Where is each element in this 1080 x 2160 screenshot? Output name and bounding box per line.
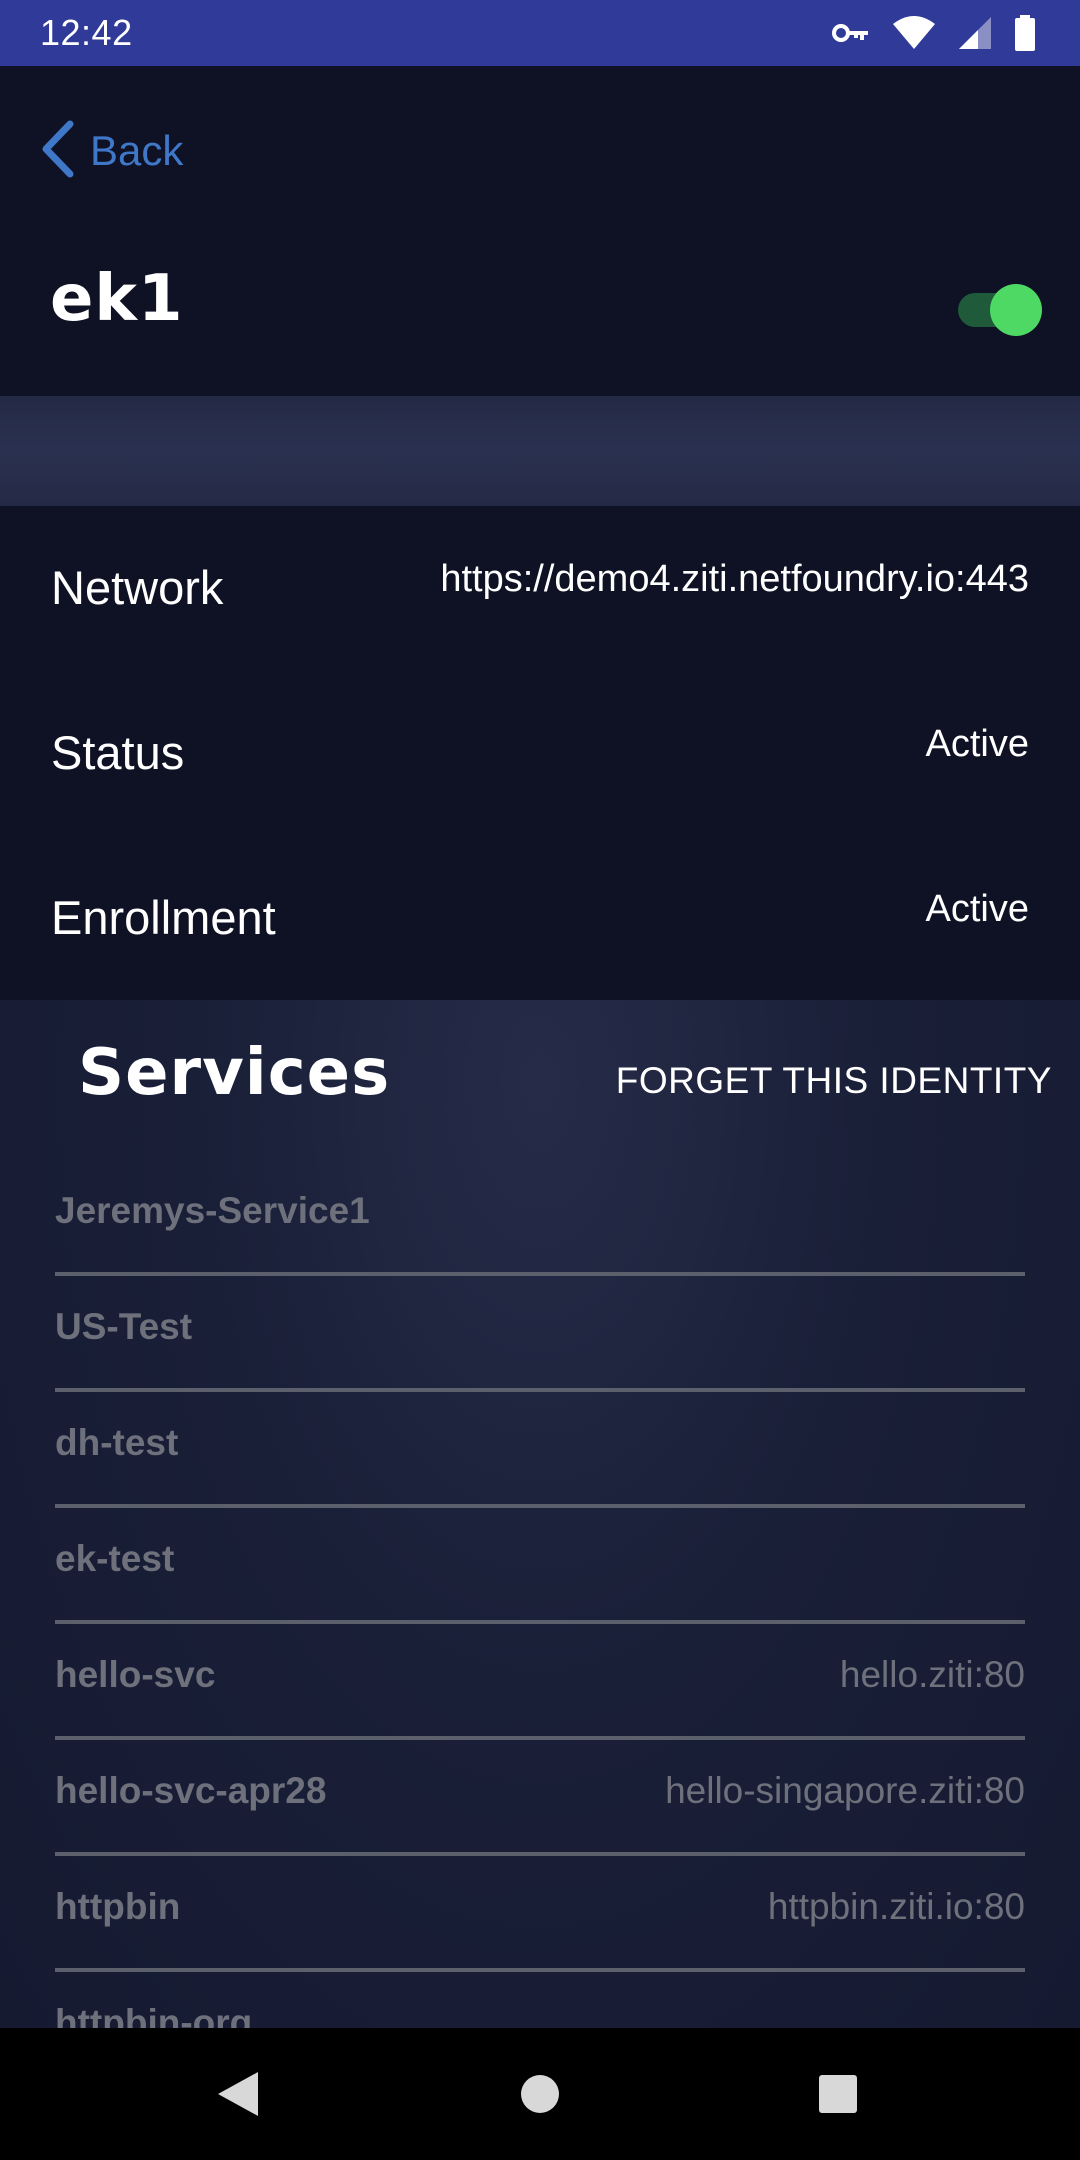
chevron-left-icon bbox=[40, 120, 76, 183]
status-bar: 12:42 bbox=[0, 0, 1080, 66]
service-name: dh-test bbox=[55, 1422, 179, 1463]
status-time: 12:42 bbox=[40, 12, 133, 53]
network-row: Network https://demo4.ziti.netfoundry.io… bbox=[0, 558, 1080, 660]
status-label: Status bbox=[51, 726, 185, 779]
service-row[interactable]: hello-svc hello.ziti:80 bbox=[55, 1624, 1025, 1740]
service-row[interactable]: httpbin httpbin.ziti.io:80 bbox=[55, 1856, 1025, 1972]
service-row[interactable]: dh-test bbox=[55, 1392, 1025, 1508]
services-panel: Services FORGET THIS IDENTITY Jeremys-Se… bbox=[0, 1000, 1080, 2028]
services-title: Services bbox=[78, 1036, 391, 1110]
wifi-icon bbox=[892, 16, 936, 50]
battery-icon bbox=[1014, 15, 1036, 51]
service-name: httpbin bbox=[55, 1886, 181, 1927]
signal-icon bbox=[958, 16, 992, 50]
system-nav-bar bbox=[0, 2028, 1080, 2160]
enrollment-row: Enrollment Active bbox=[0, 888, 1080, 990]
back-triangle-icon[interactable] bbox=[216, 2070, 260, 2123]
status-value: Active bbox=[925, 723, 1029, 765]
identity-name: ek1 bbox=[50, 262, 184, 336]
enrollment-value: Active bbox=[925, 888, 1029, 930]
service-host: hello.ziti:80 bbox=[839, 1654, 1025, 1695]
network-label: Network bbox=[51, 561, 224, 614]
enrollment-label: Enrollment bbox=[51, 891, 276, 944]
services-list[interactable]: Jeremys-Service1 US-Test dh-test ek-test… bbox=[55, 1160, 1025, 2028]
service-row[interactable]: ek-test bbox=[55, 1508, 1025, 1624]
service-row[interactable]: httpbin-org bbox=[55, 1972, 1025, 2028]
identity-enabled-toggle[interactable] bbox=[954, 282, 1044, 336]
back-label: Back bbox=[90, 127, 184, 174]
service-row[interactable]: US-Test bbox=[55, 1276, 1025, 1392]
status-icons bbox=[832, 13, 1036, 53]
header-divider-band bbox=[0, 396, 1080, 506]
service-name: ek-test bbox=[55, 1538, 175, 1579]
service-host: hello-singapore.ziti:80 bbox=[665, 1770, 1025, 1811]
service-name: Jeremys-Service1 bbox=[55, 1190, 370, 1231]
service-host: httpbin.ziti.io:80 bbox=[767, 1886, 1025, 1927]
vpn-key-icon bbox=[832, 21, 870, 45]
service-name: hello-svc-apr28 bbox=[55, 1770, 327, 1811]
back-button[interactable]: Back bbox=[40, 116, 183, 186]
service-name: hello-svc bbox=[55, 1654, 216, 1695]
service-row[interactable]: hello-svc-apr28 hello-singapore.ziti:80 bbox=[55, 1740, 1025, 1856]
service-row[interactable]: Jeremys-Service1 bbox=[55, 1160, 1025, 1276]
home-circle-icon[interactable] bbox=[520, 2074, 560, 2119]
service-name: httpbin-org bbox=[55, 2002, 253, 2028]
network-value: https://demo4.ziti.netfoundry.io:443 bbox=[440, 558, 1029, 600]
forget-identity-button[interactable]: FORGET THIS IDENTITY bbox=[616, 1060, 1052, 1102]
toggle-thumb bbox=[990, 284, 1042, 336]
recents-square-icon[interactable] bbox=[818, 2074, 858, 2119]
status-row: Status Active bbox=[0, 723, 1080, 825]
service-name: US-Test bbox=[55, 1306, 193, 1347]
